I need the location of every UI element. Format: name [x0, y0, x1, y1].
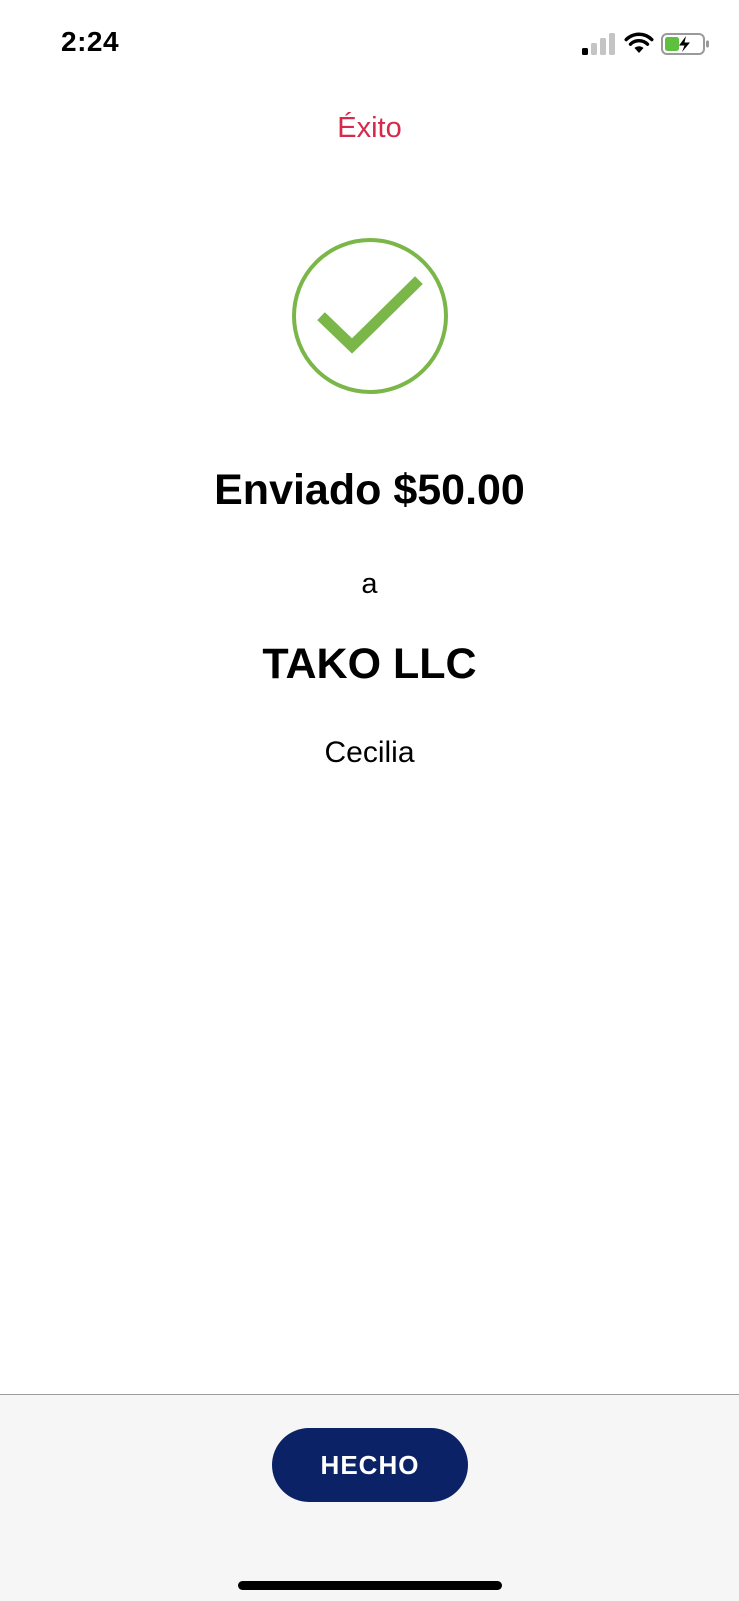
bottom-bar: HECHO — [0, 1394, 739, 1601]
status-bar: 2:24 — [0, 0, 739, 90]
done-button[interactable]: HECHO — [272, 1428, 468, 1502]
home-indicator — [238, 1581, 502, 1590]
battery-charging-icon — [661, 33, 709, 55]
page-title: Éxito — [337, 112, 402, 144]
sent-amount: Enviado $50.00 — [214, 466, 525, 514]
check-circle-icon — [292, 238, 448, 394]
recipient-contact: Cecilia — [324, 736, 415, 769]
wifi-icon — [624, 32, 654, 53]
to-label: a — [361, 568, 378, 600]
recipient-name: TAKO LLC — [262, 640, 477, 688]
status-time: 2:24 — [61, 26, 120, 57]
signal-icon — [582, 33, 615, 55]
